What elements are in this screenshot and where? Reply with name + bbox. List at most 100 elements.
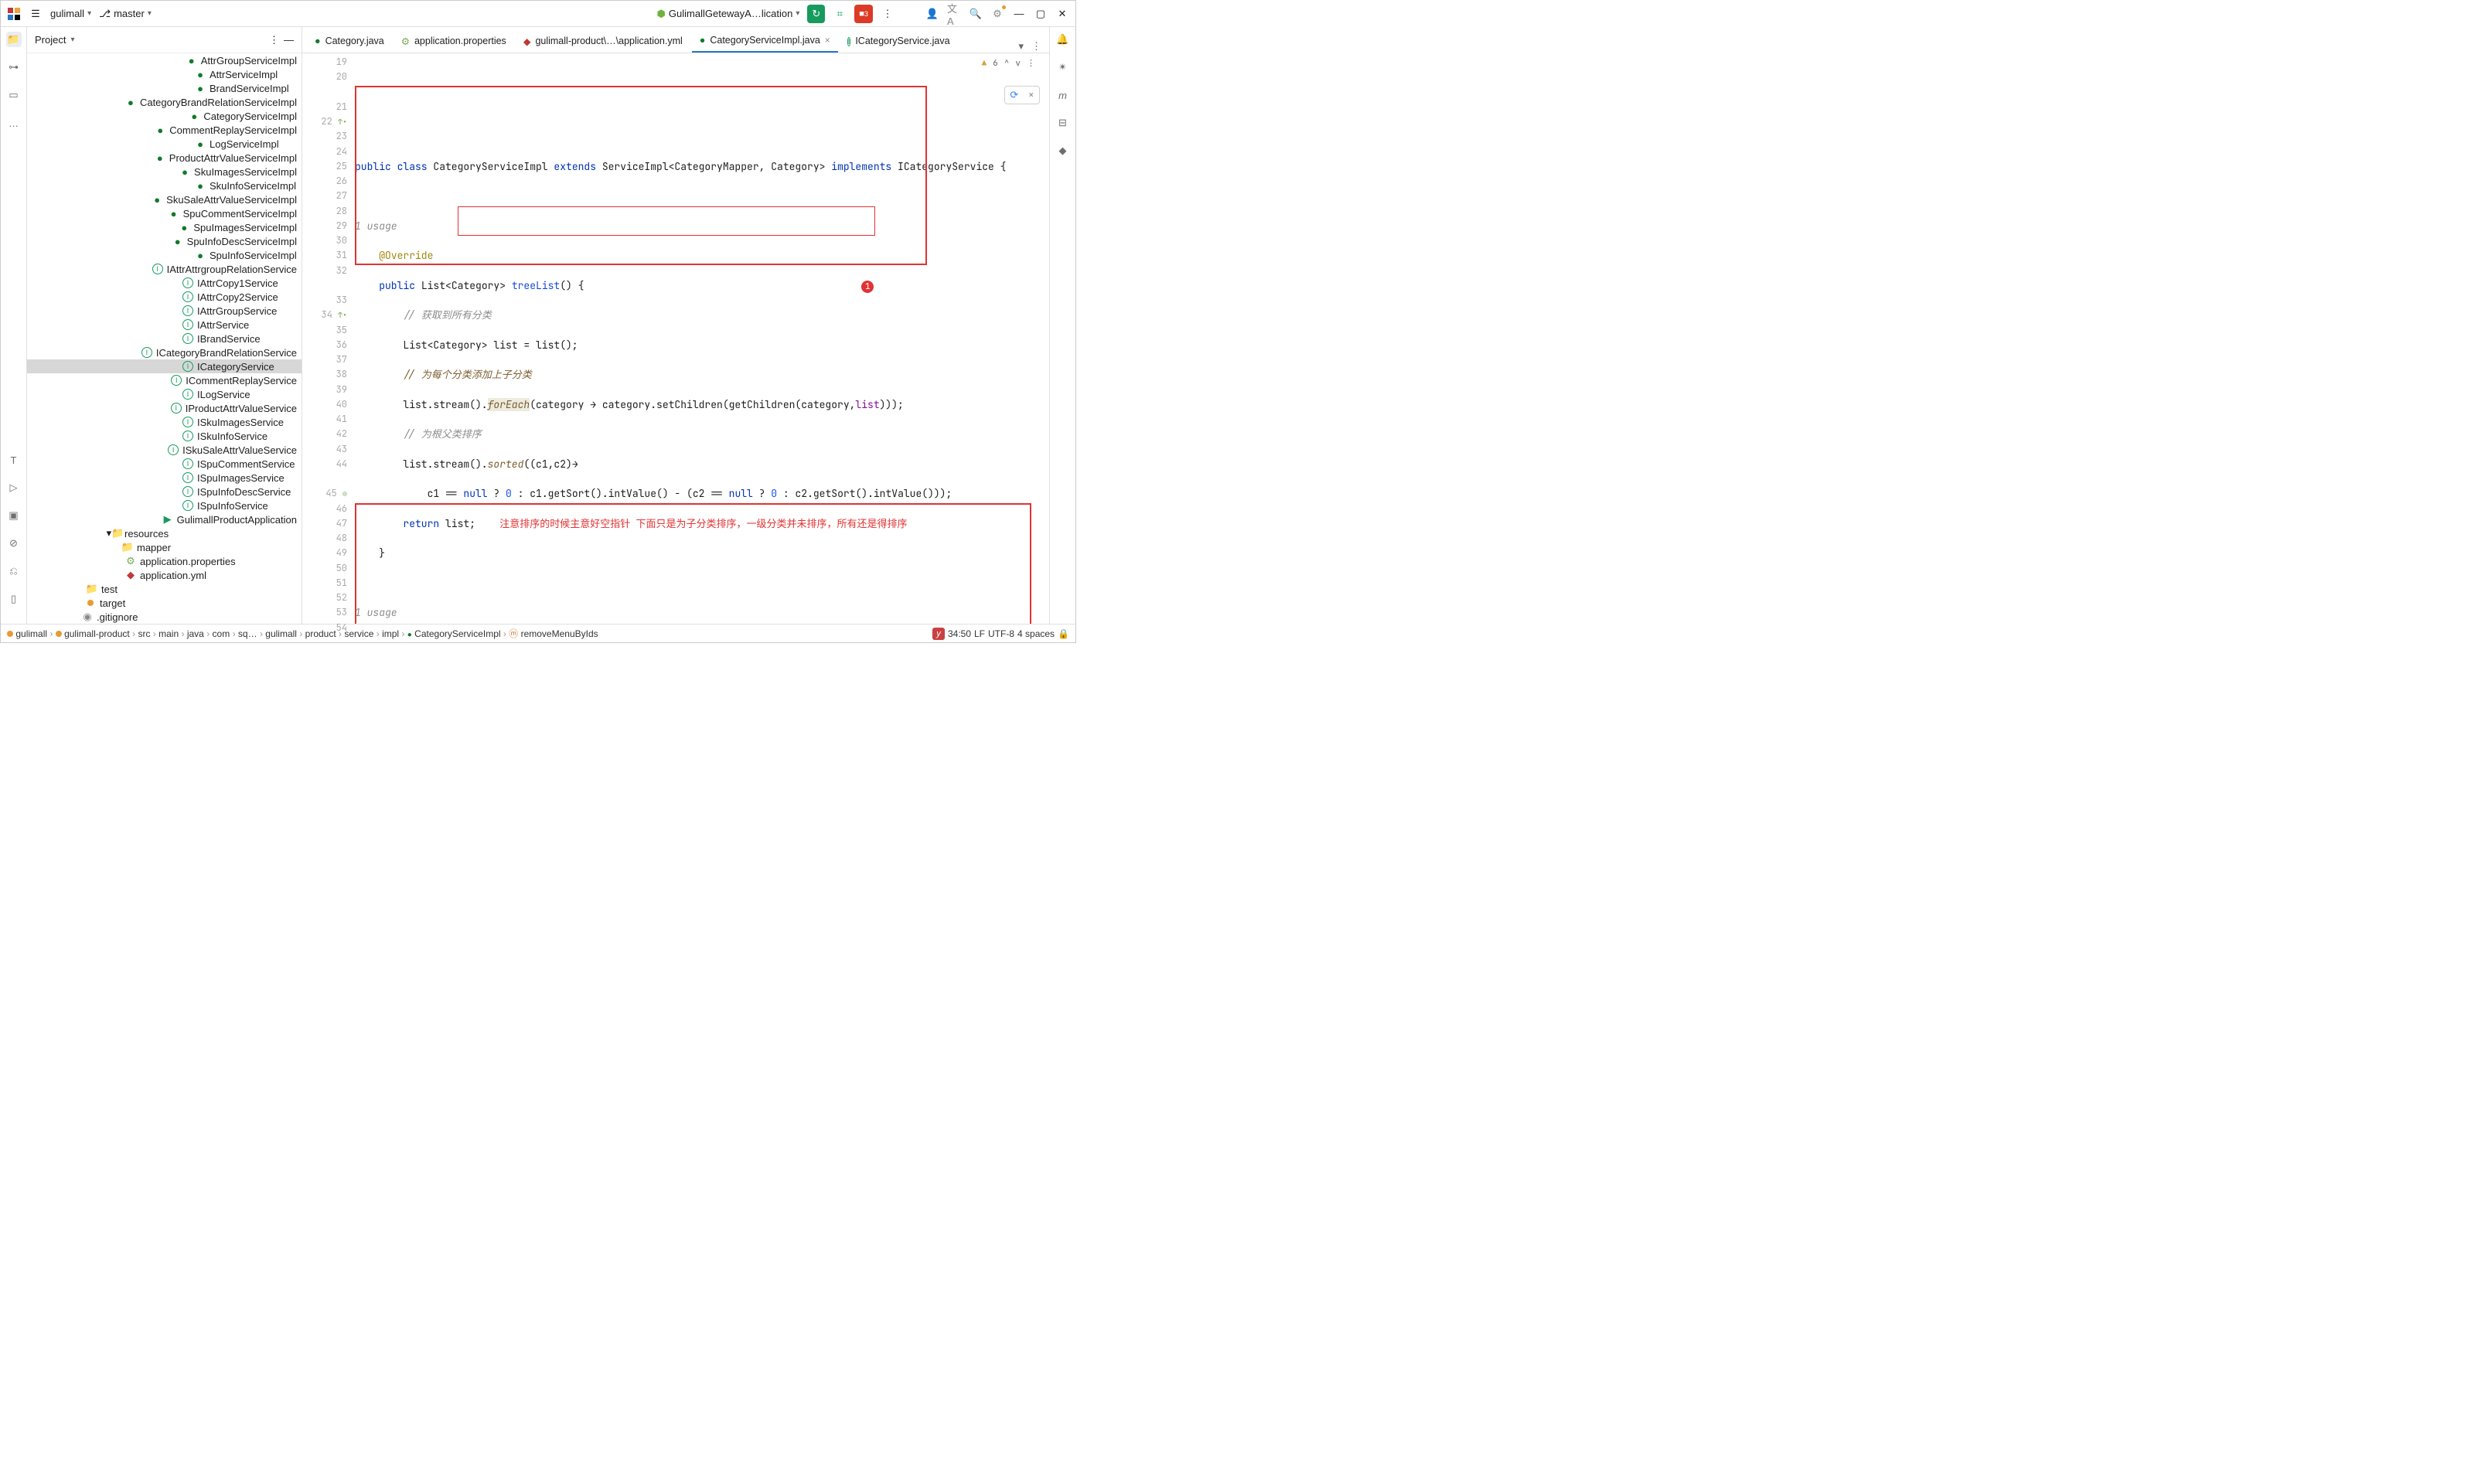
menu-icon[interactable]: ☰ xyxy=(29,7,43,21)
translate-icon[interactable]: 文A xyxy=(947,7,961,21)
line-number[interactable]: 29 xyxy=(302,219,347,233)
gradle-icon[interactable]: ◆ xyxy=(1055,143,1071,158)
line-number[interactable]: 47 xyxy=(302,516,347,531)
branch-dropdown[interactable]: ⎇master▾ xyxy=(99,8,152,20)
line-number[interactable]: 40 xyxy=(302,397,347,412)
more-tools-icon[interactable]: … xyxy=(6,115,22,131)
tree-item[interactable]: IISkuSaleAttrValueService xyxy=(27,443,302,457)
tree-item[interactable]: ●SpuCommentServiceImpl xyxy=(27,206,302,220)
editor-tab[interactable]: ⚙application.properties xyxy=(394,29,514,53)
tree-item[interactable]: IICategoryBrandRelationService xyxy=(27,345,302,359)
line-number[interactable]: 33 xyxy=(302,293,347,308)
line-number[interactable]: 42 xyxy=(302,427,347,441)
tree-item[interactable]: ●CommentReplayServiceImpl xyxy=(27,123,302,137)
breadcrumb-item[interactable]: gulimall-product xyxy=(64,628,130,639)
breadcrumb-item[interactable]: java xyxy=(187,628,204,639)
breadcrumb-item[interactable]: gulimall xyxy=(265,628,297,639)
breadcrumb-item[interactable]: impl xyxy=(382,628,399,639)
tree-item[interactable]: IISpuCommentService xyxy=(27,457,302,471)
tree-item[interactable]: IICommentReplayService xyxy=(27,373,302,387)
text-icon[interactable]: T xyxy=(6,452,22,468)
line-number[interactable]: 46 xyxy=(302,502,347,516)
close-icon[interactable]: × xyxy=(825,35,830,46)
line-number[interactable]: 31 xyxy=(302,248,347,263)
line-number[interactable]: 51 xyxy=(302,576,347,591)
maximize-icon[interactable]: ▢ xyxy=(1034,7,1048,21)
tree-item[interactable]: ◆application.yml xyxy=(27,568,302,582)
tree-item[interactable]: IIBrandService xyxy=(27,332,302,345)
build-icon[interactable]: ▷ xyxy=(6,480,22,495)
tree-item[interactable]: ●CategoryServiceImpl xyxy=(27,109,302,123)
gear-icon[interactable]: ⚙ xyxy=(990,7,1004,21)
line-number[interactable]: 36 xyxy=(302,338,347,352)
tree-item[interactable]: IIAttrCopy1Service xyxy=(27,276,302,290)
close-icon[interactable]: × xyxy=(1028,87,1034,102)
tree-item[interactable]: ●SpuImagesServiceImpl xyxy=(27,220,302,234)
editor-tab[interactable]: IICategoryService.java xyxy=(840,29,958,53)
tree-item[interactable]: ●SkuSaleAttrValueServiceImpl xyxy=(27,192,302,206)
line-number[interactable] xyxy=(302,471,347,486)
line-number[interactable]: 30 xyxy=(302,233,347,248)
tree-item[interactable]: ▾ 📁resources xyxy=(27,526,302,540)
line-number[interactable]: 53 xyxy=(302,605,347,620)
tree-item[interactable]: ●SkuImagesServiceImpl xyxy=(27,165,302,179)
tree-item[interactable]: ●BrandServiceImpl xyxy=(27,81,302,95)
problems-icon[interactable]: ⊘ xyxy=(6,536,22,551)
line-number[interactable]: 54 xyxy=(302,621,347,635)
minimize-icon[interactable]: — xyxy=(1012,7,1026,21)
inspection-widget[interactable]: ▲6 ^ v ⋮ xyxy=(982,56,1035,71)
run-button[interactable]: ↻ xyxy=(807,5,825,23)
breadcrumb[interactable]: gulimall › gulimall-product › src › main… xyxy=(1,624,1075,642)
hide-icon[interactable]: — xyxy=(284,34,294,46)
line-number[interactable]: 50 xyxy=(302,561,347,576)
line-number[interactable]: 48 xyxy=(302,531,347,546)
tree-item[interactable]: IISpuInfoDescService xyxy=(27,485,302,499)
tree-item[interactable]: ●SkuInfoServiceImpl xyxy=(27,179,302,192)
usage-hint[interactable]: 1 usage xyxy=(355,606,397,619)
project-tool-icon[interactable]: 📁 xyxy=(6,32,22,47)
tree-item[interactable]: IILogService xyxy=(27,387,302,401)
code-editor[interactable]: ▲6 ^ v ⋮ ⟳× 💡 public class CategoryServi… xyxy=(355,53,1049,624)
search-icon[interactable]: 🔍 xyxy=(969,7,983,21)
editor-tab[interactable]: ◆gulimall-product\…\application.yml xyxy=(516,29,690,53)
line-sep[interactable]: LF xyxy=(974,628,985,639)
maven-icon[interactable]: m xyxy=(1055,87,1071,103)
line-number[interactable]: 39 xyxy=(302,383,347,397)
line-number[interactable]: 41 xyxy=(302,412,347,427)
tree-item[interactable]: IICategoryService xyxy=(27,359,302,373)
user-icon[interactable]: 👤 xyxy=(925,7,939,21)
line-number[interactable]: 26 xyxy=(302,174,347,189)
youtrack-icon[interactable]: y xyxy=(932,628,945,640)
more-icon[interactable]: ⋮ xyxy=(1027,56,1035,71)
breadcrumb-item[interactable]: service xyxy=(344,628,373,639)
line-number[interactable]: 27 xyxy=(302,189,347,203)
ai-assist-icon[interactable]: ✴ xyxy=(1055,60,1071,75)
tree-item[interactable]: ●AttrGroupServiceImpl xyxy=(27,53,302,67)
tree-item[interactable]: IIProductAttrValueService xyxy=(27,401,302,415)
tree-item[interactable]: IIAttrGroupService xyxy=(27,304,302,318)
commit-icon[interactable]: ⊶ xyxy=(6,60,22,75)
project-header[interactable]: Project▾ ⋮ — xyxy=(27,27,302,53)
editor-tab[interactable]: ●CategoryServiceImpl.java× xyxy=(692,29,838,53)
tree-item[interactable]: target xyxy=(27,596,302,610)
editor-tab[interactable]: ●Category.java xyxy=(307,29,392,53)
tree-item[interactable]: IISkuImagesService xyxy=(27,415,302,429)
breadcrumb-item[interactable]: CategoryServiceImpl xyxy=(414,628,500,639)
tree-item[interactable]: IISpuImagesService xyxy=(27,471,302,485)
breadcrumb-item[interactable]: sq… xyxy=(238,628,257,639)
line-number[interactable]: 45 ⊙ xyxy=(302,486,347,501)
structure-icon[interactable]: ▭ xyxy=(6,87,22,103)
tree-item[interactable]: ●SpuInfoDescServiceImpl xyxy=(27,234,302,248)
line-number[interactable]: 44 xyxy=(302,457,347,471)
line-number[interactable]: 49 xyxy=(302,546,347,560)
close-icon[interactable]: ✕ xyxy=(1055,7,1069,21)
breadcrumb-item[interactable]: removeMenuByIds xyxy=(521,628,598,639)
debug-icon[interactable]: ⌗ xyxy=(833,7,847,21)
tree-item[interactable]: ●SpuInfoServiceImpl xyxy=(27,248,302,262)
line-number[interactable] xyxy=(302,278,347,293)
run-config-dropdown[interactable]: ⬢GulimallGetewayA…lication▾ xyxy=(657,8,800,20)
tree-item[interactable]: IIAttrAttrgroupRelationService xyxy=(27,262,302,276)
line-number[interactable]: 22 ↑• xyxy=(302,114,347,129)
tree-item[interactable]: 📁mapper xyxy=(27,540,302,554)
breadcrumb-item[interactable]: gulimall xyxy=(15,628,47,639)
